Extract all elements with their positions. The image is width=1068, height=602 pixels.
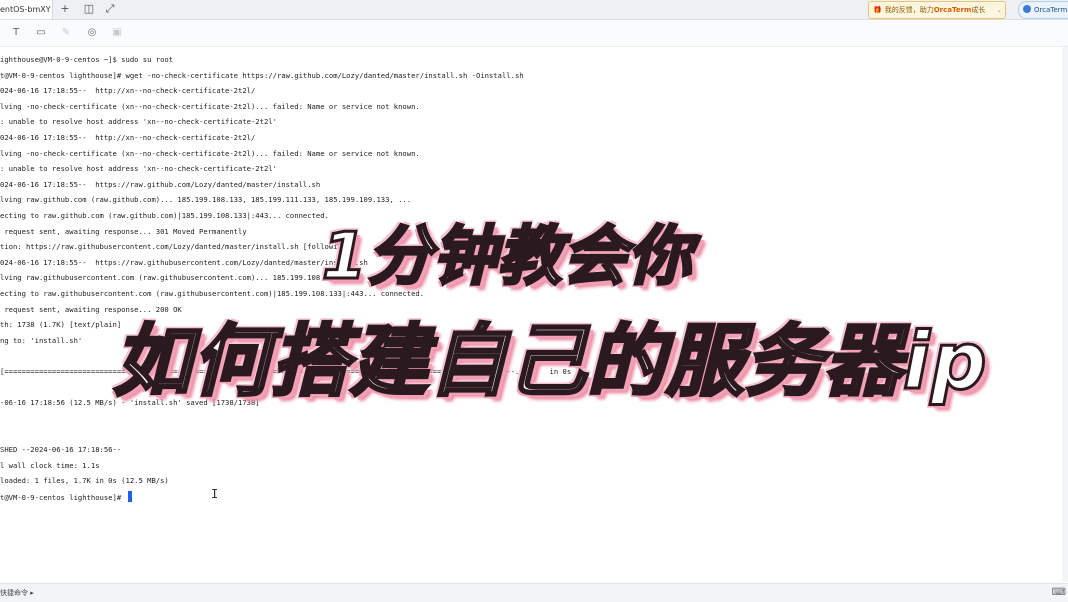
text-cursor-icon: I bbox=[211, 487, 219, 501]
terminal-scrollbar[interactable] bbox=[1062, 47, 1068, 582]
terminal-line: th: 1738 (1.7K) [text/plain] bbox=[0, 320, 122, 330]
terminal-line: ecting to raw.github.com (raw.github.com… bbox=[0, 211, 329, 220]
orcaterm-button[interactable]: OrcaTerm bbox=[1018, 1, 1068, 19]
terminal-line: SHED --2024-06-16 17:18:56-- bbox=[0, 445, 122, 454]
quick-command-label[interactable]: 快捷命令 ▸ bbox=[0, 589, 34, 597]
keyboard-icon[interactable]: ⌨ bbox=[1052, 584, 1066, 602]
feedback-banner[interactable]: 🎁 我的反馈，助力OrcaTerm成长 ⌄ bbox=[868, 1, 1006, 19]
feedback-text-2: 助力 bbox=[919, 6, 934, 14]
terminal-line: t@VM-0-9-centos lighthouse]# wget -no-ch… bbox=[0, 70, 524, 80]
terminal-line: tion: https://raw.githubusercontent.com/… bbox=[0, 242, 351, 252]
terminal-line: lving -no-check-certificate (xn--no-chec… bbox=[0, 148, 420, 158]
terminal-line: : unable to resolve host address 'xn--no… bbox=[0, 164, 277, 174]
overlay-title-line2: 如何搭建自己的服务器ip bbox=[112, 316, 989, 409]
orcaterm-label: OrcaTerm bbox=[1034, 6, 1068, 14]
terminal-line: lving -no-check-certificate (xn--no-chec… bbox=[0, 101, 420, 111]
session-tab[interactable]: entOS-bmXY bbox=[0, 0, 53, 19]
terminal-line: : unable to resolve host address 'xn--no… bbox=[0, 117, 277, 127]
edit-icon[interactable]: ✎ bbox=[59, 26, 73, 40]
terminal-line: loaded: 1 files, 1.7K in 0s (12.5 MB/s) bbox=[0, 476, 169, 486]
terminal-line: ighthouse@VM-0-9-centos ~]$ sudo su root bbox=[0, 55, 174, 64]
feedback-text-3: 成长 bbox=[971, 6, 986, 14]
overlay-title-line1: 1分钟教会你 bbox=[321, 219, 694, 296]
gift-icon: 🎁 bbox=[873, 6, 882, 14]
new-tab-icon[interactable]: + bbox=[58, 2, 72, 16]
screen-icon[interactable]: ▣ bbox=[110, 26, 124, 40]
session-tab-label: entOS-bmXY bbox=[0, 5, 51, 14]
terminal-line: request sent, awaiting response... 301 M… bbox=[0, 226, 247, 236]
split-view-icon[interactable]: ◫ bbox=[82, 2, 96, 16]
tab-bar: entOS-bmXY + ◫ ⤢ 🎁 我的反馈，助力OrcaTerm成长 ⌄ Or… bbox=[0, 0, 1068, 20]
expand-icon[interactable]: ⤢ bbox=[103, 2, 117, 16]
feedback-text: 我的反馈， bbox=[884, 6, 920, 14]
orcaterm-logo-icon bbox=[1023, 5, 1031, 13]
chevron-down-icon[interactable]: ⌄ bbox=[996, 2, 1002, 18]
terminal-line: l wall clock time: 1.1s bbox=[0, 460, 100, 470]
terminal-line: 024-06-16 17:18:55-- http://xn--no-check… bbox=[0, 133, 256, 142]
folder-icon[interactable]: ▭ bbox=[34, 26, 48, 40]
status-bar: 快捷命令 ▸ ⌨ bbox=[0, 583, 1068, 602]
feedback-brand: OrcaTerm bbox=[933, 6, 972, 14]
font-icon[interactable]: T bbox=[9, 26, 23, 40]
terminal-line: 024-06-16 17:18:55-- https://raw.githubu… bbox=[0, 257, 368, 267]
terminal-line: 024-06-16 17:18:55-- http://xn--no-check… bbox=[0, 86, 256, 96]
terminal-line: lving raw.githubusercontent.com (raw.git… bbox=[0, 273, 360, 283]
terminal-line: 024-06-16 17:18:55-- https://raw.github.… bbox=[0, 179, 321, 189]
terminal-line: t@VM-0-9-centos lighthouse]# bbox=[0, 490, 132, 503]
terminal-line: ng to: 'install.sh' bbox=[0, 335, 83, 345]
terminal-cursor bbox=[127, 490, 132, 502]
history-icon[interactable]: ◎ bbox=[85, 26, 99, 40]
terminal-toolbar: T ▭ ✎ ◎ ▣ bbox=[0, 20, 1068, 47]
